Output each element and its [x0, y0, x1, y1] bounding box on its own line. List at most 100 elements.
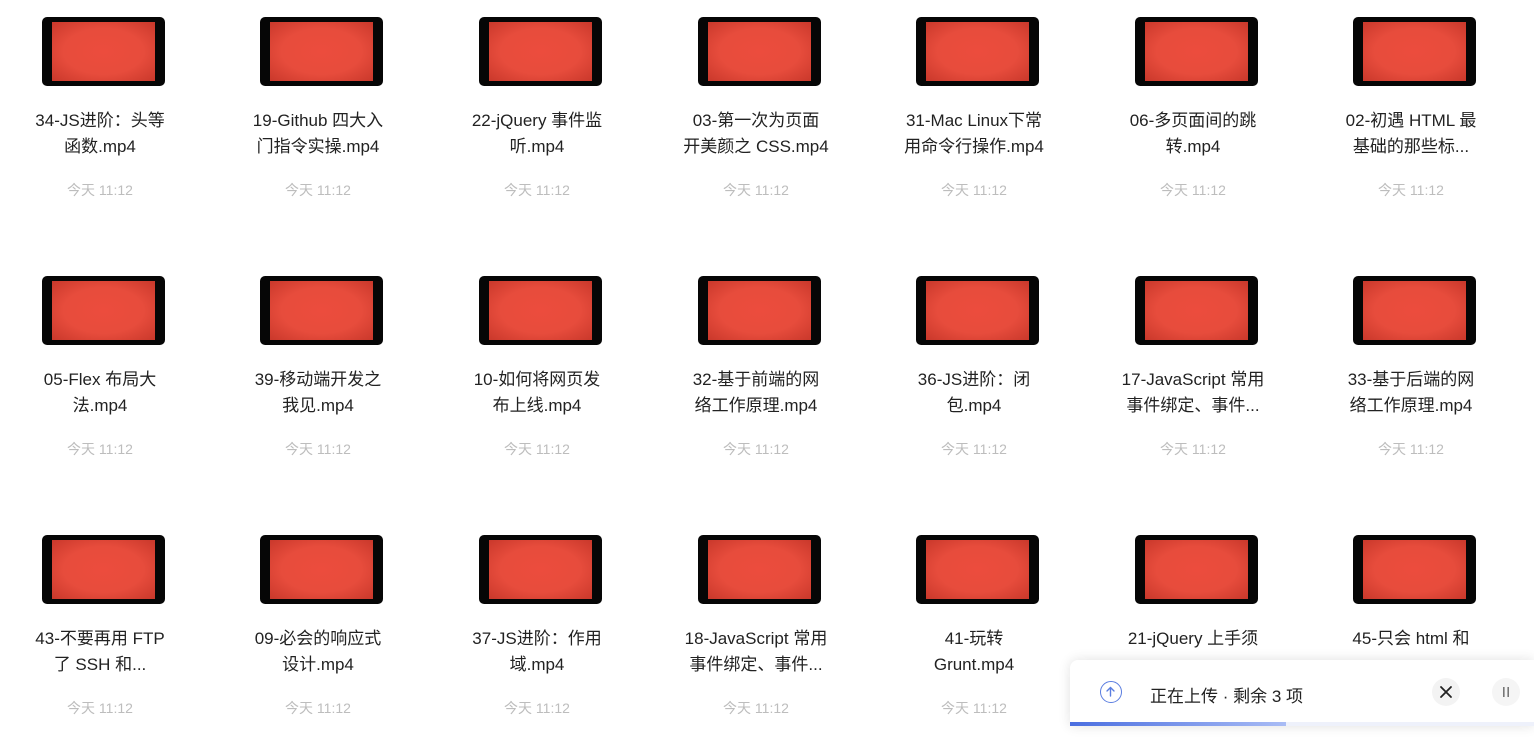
- file-modified-time: 今天 11:12: [504, 700, 570, 716]
- video-thumbnail: [1135, 17, 1258, 86]
- file-item[interactable]: 10-如何将网页发 布上线.mp4 今天 11:12: [442, 259, 632, 489]
- file-name: 33-基于后端的网 络工作原理.mp4: [1347, 370, 1475, 415]
- video-thumbnail: [260, 535, 383, 604]
- file-name: 39-移动端开发之 我见.mp4: [254, 370, 382, 415]
- video-thumbnail: [1353, 535, 1476, 604]
- file-modified-time: 今天 11:12: [941, 700, 1007, 716]
- upload-progress-fill: [1070, 722, 1286, 726]
- file-modified-time: 今天 11:12: [1378, 182, 1444, 198]
- video-thumbnail-image: [926, 540, 1029, 599]
- video-thumbnail-image: [1363, 22, 1466, 81]
- video-thumbnail-image: [489, 540, 592, 599]
- file-name: 32-基于前端的网 络工作原理.mp4: [692, 370, 820, 415]
- file-item[interactable]: 19-Github 四大入 门指令实操.mp4 今天 11:12: [223, 0, 413, 230]
- file-item[interactable]: 05-Flex 布局大 法.mp4 今天 11:12: [5, 259, 195, 489]
- file-item[interactable]: 36-JS进阶：闭 包.mp4 今天 11:12: [879, 259, 1069, 489]
- video-thumbnail: [42, 276, 165, 345]
- file-modified-time: 今天 11:12: [285, 441, 351, 457]
- upload-arrow-icon: [1100, 681, 1122, 703]
- video-thumbnail-image: [926, 281, 1029, 340]
- file-item[interactable]: 31-Mac Linux下常 用命令行操作.mp4 今天 11:12: [879, 0, 1069, 230]
- file-item[interactable]: 02-初遇 HTML 最 基础的那些标... 今天 11:12: [1316, 0, 1506, 230]
- video-thumbnail-image: [52, 22, 155, 81]
- file-name: 41-玩转 Grunt.mp4: [933, 629, 1015, 674]
- file-item[interactable]: 22-jQuery 事件监 听.mp4 今天 11:12: [442, 0, 632, 230]
- video-thumbnail: [916, 535, 1039, 604]
- file-item[interactable]: 41-玩转 Grunt.mp4 今天 11:12: [879, 518, 1069, 748]
- video-thumbnail: [260, 276, 383, 345]
- video-thumbnail-image: [52, 540, 155, 599]
- video-thumbnail-image: [1145, 22, 1248, 81]
- video-thumbnail-image: [52, 281, 155, 340]
- video-thumbnail: [42, 535, 165, 604]
- file-name: 34-JS进阶：头等 函数.mp4: [35, 111, 165, 156]
- file-name: 21-jQuery 上手须: [1127, 629, 1259, 648]
- video-thumbnail: [1353, 276, 1476, 345]
- video-thumbnail-image: [708, 22, 811, 81]
- video-thumbnail: [42, 17, 165, 86]
- file-item[interactable]: 43-不要再用 FTP 了 SSH 和... 今天 11:12: [5, 518, 195, 748]
- file-item[interactable]: 17-JavaScript 常用 事件绑定、事件... 今天 11:12: [1098, 259, 1288, 489]
- video-thumbnail: [1135, 535, 1258, 604]
- video-thumbnail-image: [708, 540, 811, 599]
- file-name: 10-如何将网页发 布上线.mp4: [473, 370, 601, 415]
- file-modified-time: 今天 11:12: [67, 441, 133, 457]
- file-modified-time: 今天 11:12: [504, 182, 570, 198]
- file-item[interactable]: 37-JS进阶：作用 域.mp4 今天 11:12: [442, 518, 632, 748]
- file-name: 31-Mac Linux下常 用命令行操作.mp4: [904, 111, 1044, 156]
- video-thumbnail-image: [1363, 281, 1466, 340]
- video-thumbnail-image: [270, 540, 373, 599]
- file-item[interactable]: 06-多页面间的跳 转.mp4 今天 11:12: [1098, 0, 1288, 230]
- video-thumbnail-image: [926, 22, 1029, 81]
- file-item[interactable]: 09-必会的响应式 设计.mp4 今天 11:12: [223, 518, 413, 748]
- file-grid: 34-JS进阶：头等 函数.mp4 今天 11:12 19-Github 四大入 门…: [0, 0, 1534, 740]
- file-name: 22-jQuery 事件监 听.mp4: [471, 111, 603, 156]
- video-thumbnail-image: [489, 281, 592, 340]
- video-thumbnail: [698, 535, 821, 604]
- video-thumbnail-image: [708, 281, 811, 340]
- video-thumbnail-image: [1145, 281, 1248, 340]
- video-thumbnail: [479, 276, 602, 345]
- upload-status-text: 正在上传 · 剩余 3 项: [1150, 687, 1304, 706]
- file-modified-time: 今天 11:12: [67, 700, 133, 716]
- file-name: 09-必会的响应式 设计.mp4: [254, 629, 382, 674]
- file-name: 03-第一次为页面 开美颜之 CSS.mp4: [683, 111, 829, 156]
- video-thumbnail-image: [270, 281, 373, 340]
- file-modified-time: 今天 11:12: [941, 182, 1007, 198]
- video-thumbnail: [479, 535, 602, 604]
- video-thumbnail-image: [1145, 540, 1248, 599]
- video-thumbnail: [1135, 276, 1258, 345]
- file-modified-time: 今天 11:12: [723, 182, 789, 198]
- file-modified-time: 今天 11:12: [941, 441, 1007, 457]
- file-item[interactable]: 34-JS进阶：头等 函数.mp4 今天 11:12: [5, 0, 195, 230]
- file-modified-time: 今天 11:12: [1378, 441, 1444, 457]
- video-thumbnail-image: [270, 22, 373, 81]
- file-name: 18-JavaScript 常用 事件绑定、事件...: [684, 629, 828, 674]
- file-modified-time: 今天 11:12: [1160, 182, 1226, 198]
- video-thumbnail-image: [1363, 540, 1466, 599]
- video-thumbnail: [916, 276, 1039, 345]
- file-modified-time: 今天 11:12: [723, 700, 789, 716]
- file-modified-time: 今天 11:12: [285, 700, 351, 716]
- file-item[interactable]: 03-第一次为页面 开美颜之 CSS.mp4 今天 11:12: [661, 0, 851, 230]
- video-thumbnail: [698, 17, 821, 86]
- video-thumbnail: [479, 17, 602, 86]
- pause-upload-button[interactable]: [1492, 678, 1520, 706]
- file-name: 43-不要再用 FTP 了 SSH 和...: [35, 629, 165, 674]
- file-modified-time: 今天 11:12: [285, 182, 351, 198]
- file-item[interactable]: 32-基于前端的网 络工作原理.mp4 今天 11:12: [661, 259, 851, 489]
- video-thumbnail: [916, 17, 1039, 86]
- file-item[interactable]: 39-移动端开发之 我见.mp4 今天 11:12: [223, 259, 413, 489]
- file-name: 45-只会 html 和: [1352, 629, 1470, 648]
- upload-progress-panel: 正在上传 · 剩余 3 项: [1070, 660, 1534, 726]
- video-thumbnail: [698, 276, 821, 345]
- file-item[interactable]: 33-基于后端的网 络工作原理.mp4 今天 11:12: [1316, 259, 1506, 489]
- video-thumbnail: [1353, 17, 1476, 86]
- file-name: 05-Flex 布局大 法.mp4: [43, 370, 157, 415]
- file-name: 17-JavaScript 常用 事件绑定、事件...: [1121, 370, 1265, 415]
- file-name: 37-JS进阶：作用 域.mp4: [472, 629, 602, 674]
- video-thumbnail-image: [489, 22, 592, 81]
- file-name: 36-JS进阶：闭 包.mp4: [917, 370, 1031, 415]
- close-upload-button[interactable]: [1432, 678, 1460, 706]
- file-item[interactable]: 18-JavaScript 常用 事件绑定、事件... 今天 11:12: [661, 518, 851, 748]
